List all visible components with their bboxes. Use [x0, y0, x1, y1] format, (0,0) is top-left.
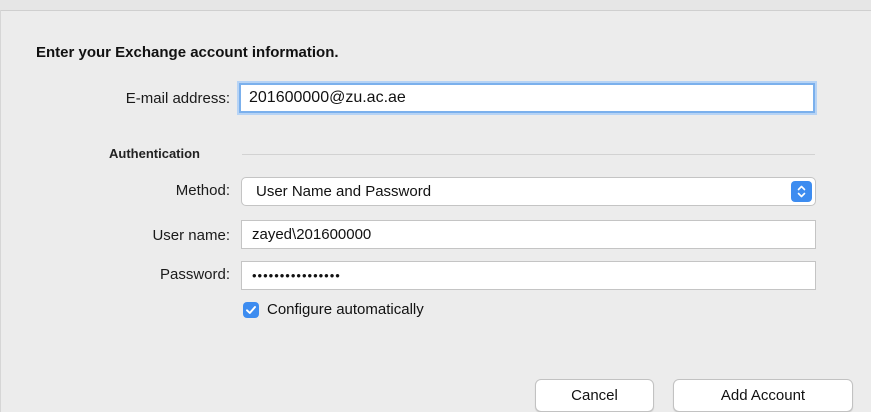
email-field[interactable]: 201600000@zu.ac.ae: [239, 83, 815, 113]
account-sheet: [1, 11, 871, 412]
method-select-value: User Name and Password: [256, 183, 432, 200]
add-account-button[interactable]: Add Account: [673, 379, 853, 412]
configure-label[interactable]: Configure automatically: [267, 301, 424, 318]
configure-checkbox[interactable]: [243, 302, 259, 318]
email-label: E-mail address:: [125, 90, 230, 107]
method-select[interactable]: User Name and Password: [241, 177, 816, 206]
method-label: Method:: [175, 182, 230, 199]
cancel-button[interactable]: Cancel: [535, 379, 654, 412]
password-field[interactable]: ••••••••••••••••: [241, 261, 816, 290]
window-top-edge: [0, 0, 871, 11]
authentication-heading: Authentication: [109, 146, 200, 161]
form-heading: Enter your Exchange account information.: [36, 44, 339, 61]
chevron-up-down-icon[interactable]: [791, 181, 812, 202]
password-label: Password:: [159, 266, 230, 283]
authentication-divider: [242, 154, 815, 155]
checkmark-icon: [246, 306, 256, 314]
username-field[interactable]: zayed\201600000: [241, 220, 816, 249]
username-label: User name:: [152, 227, 230, 244]
